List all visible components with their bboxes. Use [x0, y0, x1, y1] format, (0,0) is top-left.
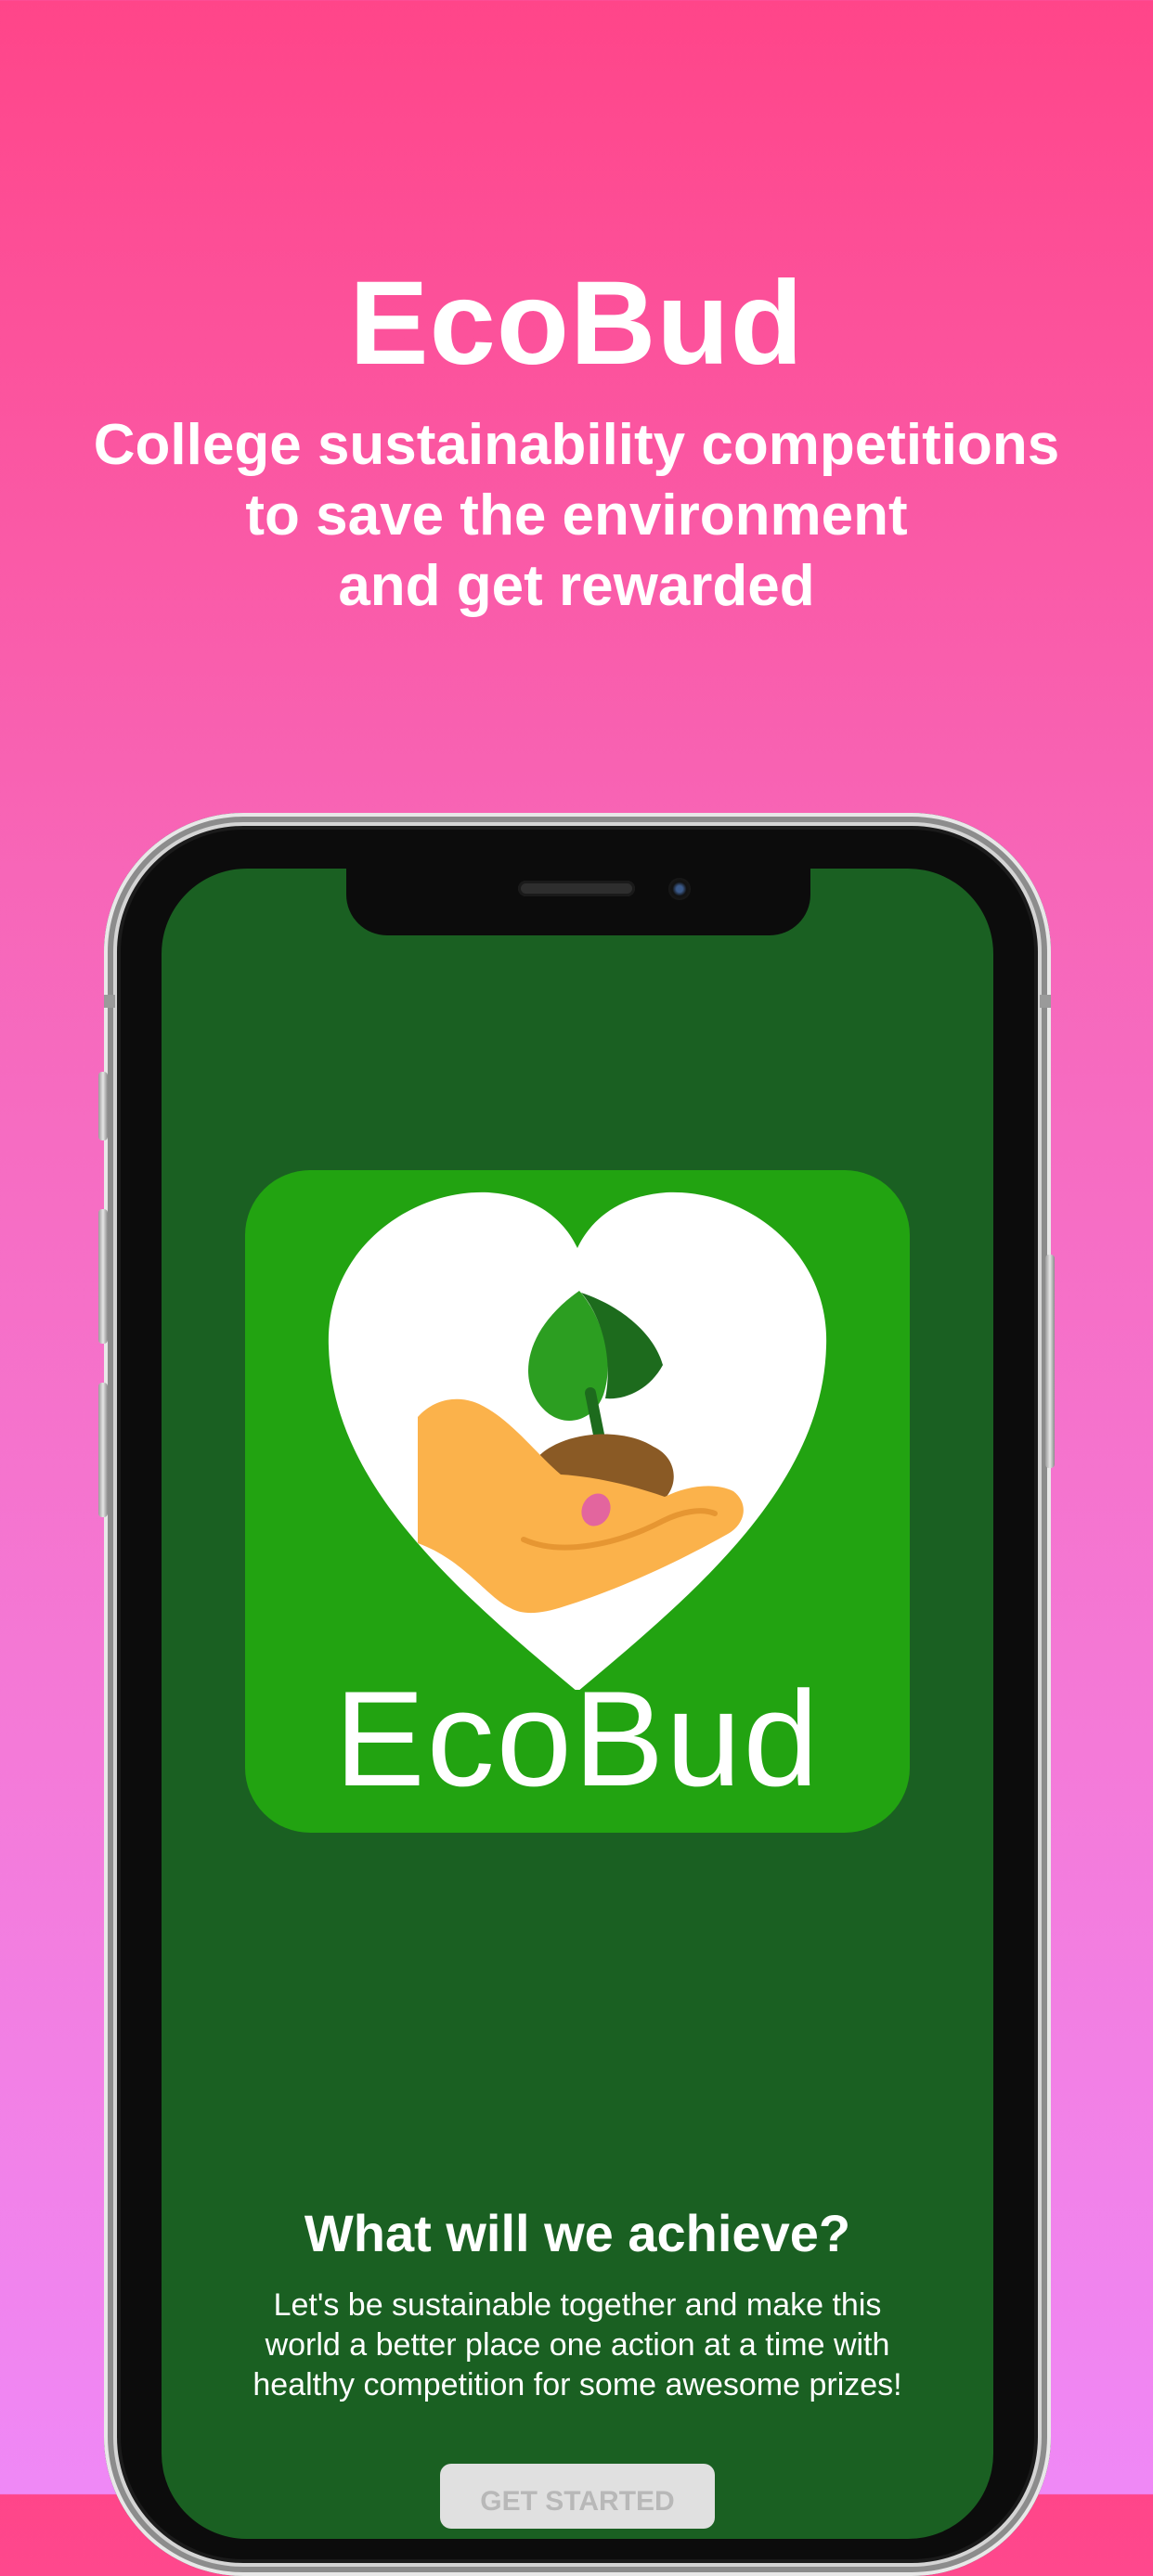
antenna-band-left	[104, 995, 115, 1008]
power-button	[1045, 1255, 1055, 1468]
subtitle-line-2: to save the environment	[245, 483, 908, 547]
subtitle-line-1: College sustainability competitions	[93, 413, 1060, 477]
section-title: What will we achieve?	[304, 2204, 851, 2262]
app-logo: EcoBud	[245, 1170, 910, 1833]
phone-notch	[346, 869, 810, 935]
volume-down-button	[98, 1383, 108, 1517]
volume-up-button	[98, 1209, 108, 1344]
section-description: Let's be sustainable together and make t…	[253, 2287, 902, 2402]
promo-subtitle: College sustainability competitions to s…	[37, 410, 1116, 622]
heart-hand-sprout-icon	[328, 1191, 827, 1690]
front-camera	[668, 878, 691, 900]
silent-switch	[98, 1072, 108, 1140]
get-started-button[interactable]: GET STARTED	[440, 2464, 715, 2529]
subtitle-line-3: and get rewarded	[338, 554, 815, 618]
promo-title: EcoBud	[349, 257, 804, 390]
antenna-band-right	[1040, 995, 1051, 1008]
logo-wordmark: EcoBud	[334, 1663, 821, 1814]
speaker-grille	[518, 881, 635, 896]
